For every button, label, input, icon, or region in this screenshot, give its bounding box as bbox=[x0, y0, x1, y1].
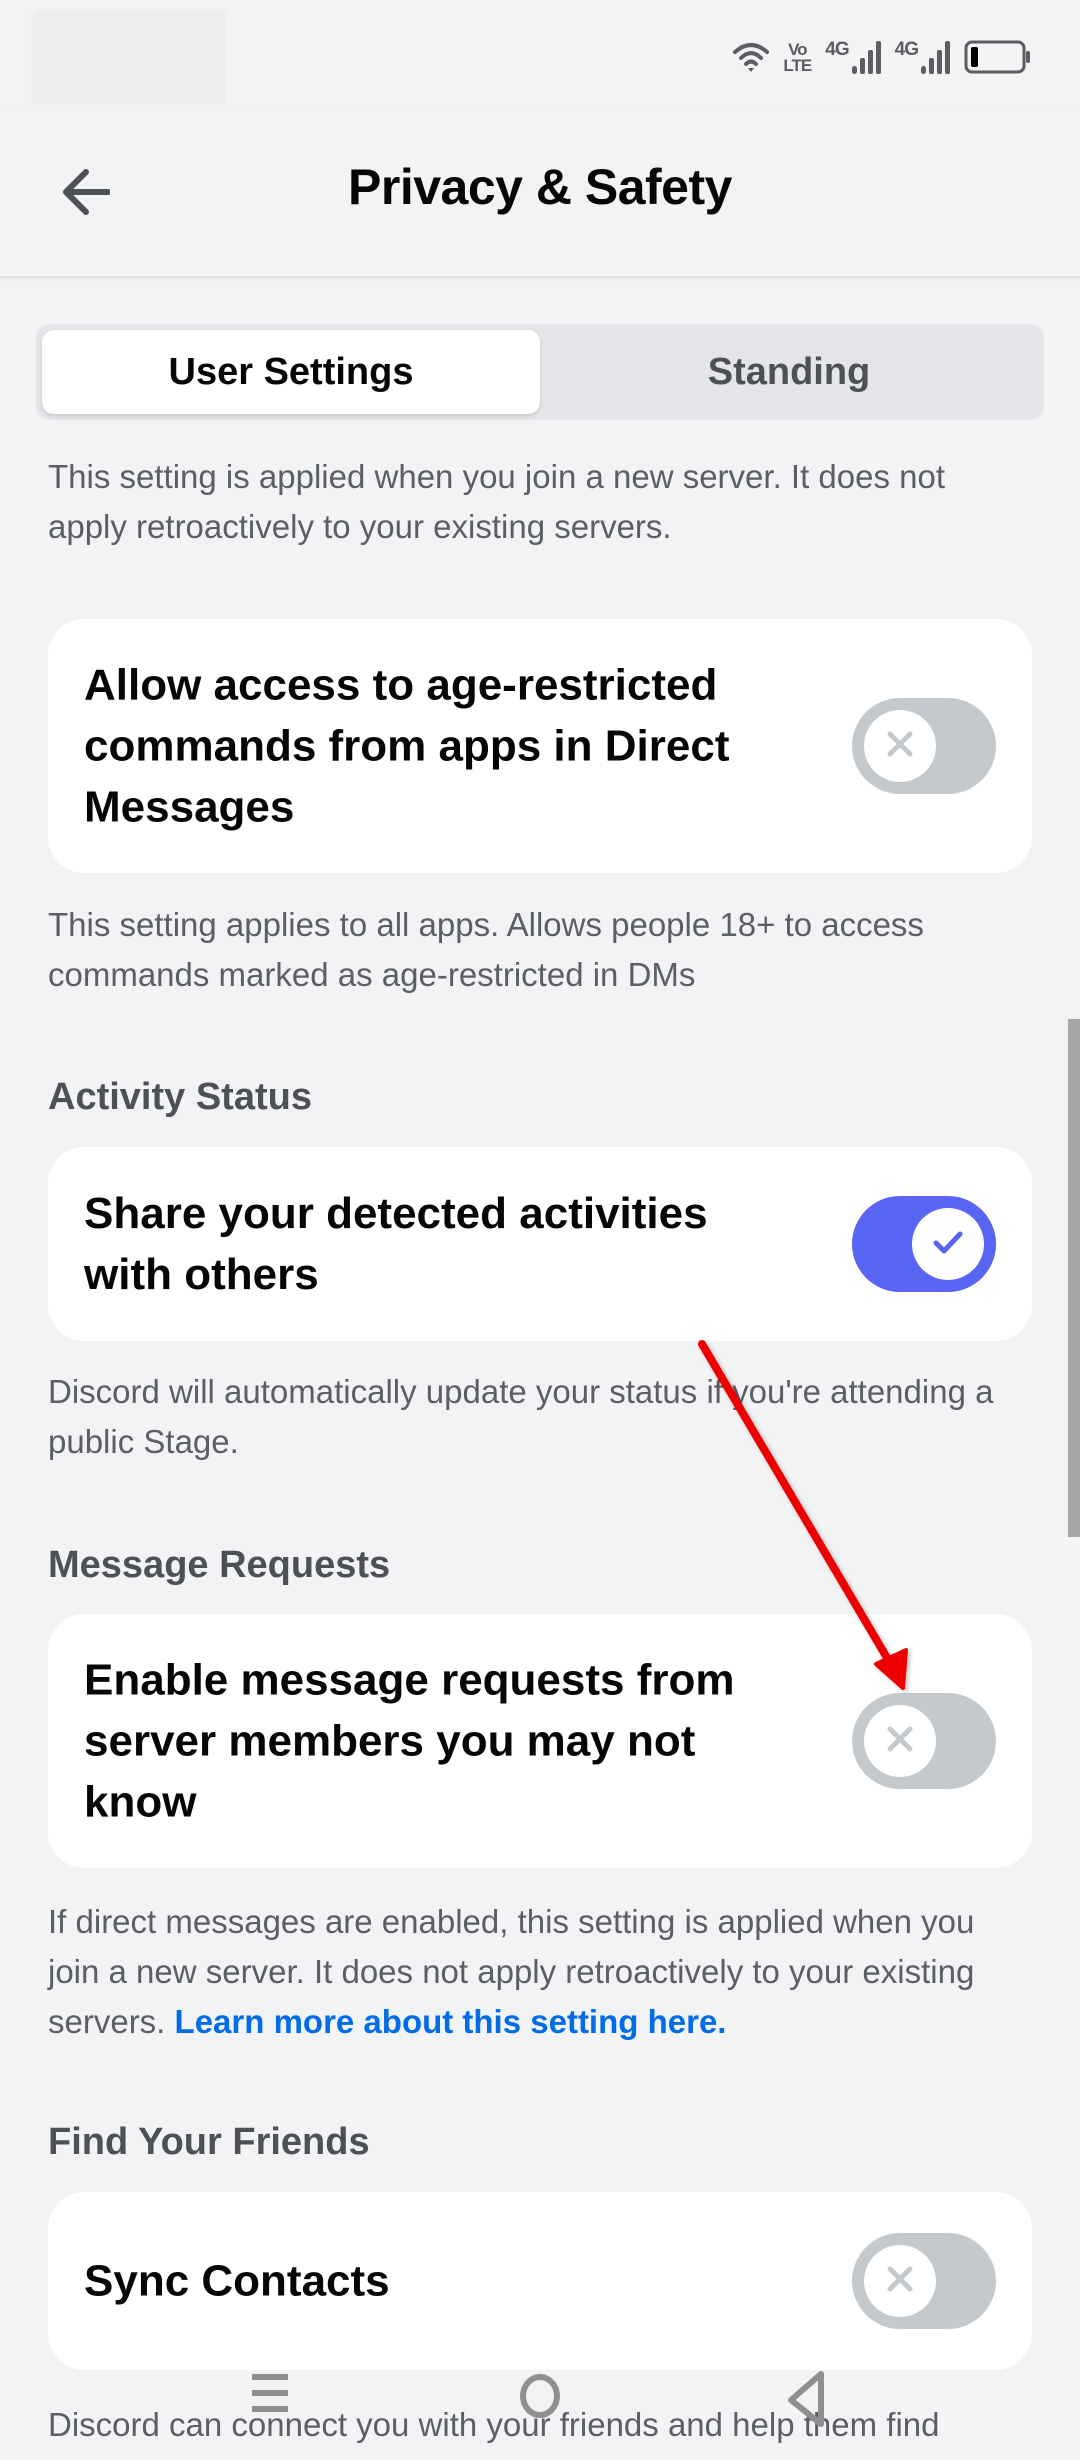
sync-contacts-toggle[interactable] bbox=[852, 2233, 996, 2329]
volte-icon: Vo LTE bbox=[783, 40, 812, 75]
setting-card-activity: Share your detected activities with othe… bbox=[48, 1147, 1032, 1341]
x-icon bbox=[883, 727, 917, 766]
toggle-knob bbox=[864, 1705, 936, 1777]
learn-more-link[interactable]: Learn more about this setting here. bbox=[175, 2003, 727, 2040]
home-button[interactable] bbox=[515, 2372, 565, 2424]
wifi-icon bbox=[733, 40, 770, 74]
setting-card-message-requests: Enable message requests from server memb… bbox=[48, 1614, 1032, 1868]
toggle-knob bbox=[864, 2245, 936, 2317]
setting-card-sync-contacts: Sync Contacts bbox=[48, 2192, 1032, 2370]
setting-label: Share your detected activities with othe… bbox=[84, 1189, 708, 1299]
age-restricted-toggle[interactable] bbox=[852, 698, 996, 794]
setting-description: This setting applies to all apps. Allows… bbox=[48, 906, 924, 993]
x-icon bbox=[883, 2262, 917, 2301]
section-title-message-requests: Message Requests bbox=[48, 1544, 391, 1586]
signal-4g-sim1-icon: 4G bbox=[825, 40, 881, 74]
signal-4g-sim2-icon: 4G bbox=[895, 40, 950, 74]
system-back-button[interactable] bbox=[785, 2370, 829, 2433]
tab-user-settings[interactable]: User Settings bbox=[42, 330, 540, 414]
toggle-knob bbox=[864, 710, 936, 782]
setting-label: Allow access to age-restricted commands … bbox=[84, 660, 730, 832]
status-bar: Vo LTE 4G 4G bbox=[0, 0, 1080, 110]
recent-apps-icon bbox=[248, 2370, 292, 2423]
scrollbar[interactable] bbox=[1068, 1019, 1080, 1537]
battery-low-icon bbox=[964, 40, 1032, 74]
setting-description: Discord will automatically update your s… bbox=[48, 1373, 994, 1460]
home-icon bbox=[515, 2370, 565, 2427]
message-requests-toggle[interactable] bbox=[852, 1693, 996, 1789]
tab-standing[interactable]: Standing bbox=[540, 330, 1038, 414]
checkmark-icon bbox=[930, 1224, 966, 1265]
setting-label: Enable message requests from server memb… bbox=[84, 1655, 735, 1827]
section-title-activity-status: Activity Status bbox=[48, 1076, 312, 1118]
intro-description: This setting is applied when you join a … bbox=[48, 458, 946, 545]
toggle-knob bbox=[912, 1208, 984, 1280]
page-title: Privacy & Safety bbox=[348, 159, 732, 215]
setting-description: If direct messages are enabled, this set… bbox=[48, 1897, 1028, 2047]
x-icon bbox=[883, 1722, 917, 1761]
section-title-find-your-friends: Find Your Friends bbox=[48, 2121, 370, 2163]
tab-bar: User Settings Standing bbox=[36, 324, 1044, 420]
status-icons: Vo LTE 4G 4G bbox=[733, 34, 1032, 74]
app-header: Privacy & Safety bbox=[0, 110, 1080, 276]
blurred-notification-area bbox=[32, 10, 226, 104]
setting-label: Sync Contacts bbox=[84, 2256, 390, 2306]
activity-status-toggle[interactable] bbox=[852, 1196, 996, 1292]
setting-card-age-restricted: Allow access to age-restricted commands … bbox=[48, 619, 1032, 873]
recent-apps-button[interactable] bbox=[248, 2372, 292, 2420]
back-triangle-icon bbox=[785, 2370, 829, 2433]
